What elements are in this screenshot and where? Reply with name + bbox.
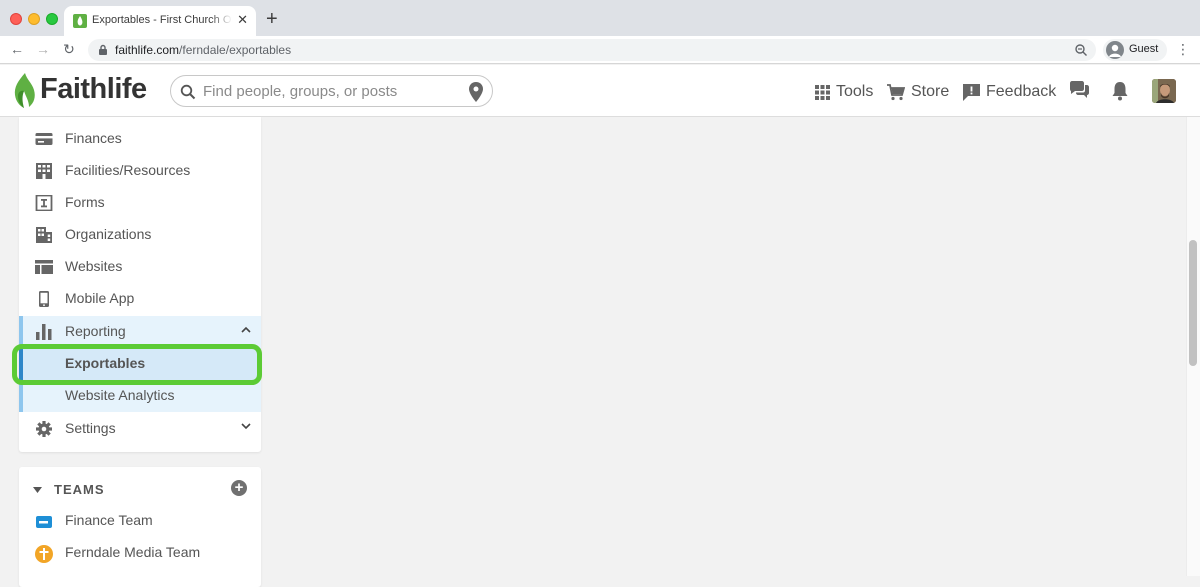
store-label: Store	[911, 83, 950, 100]
tab-title: Exportables - First Church Of Ferndale	[92, 14, 232, 26]
window-minimize-button[interactable]	[28, 13, 40, 25]
user-avatar[interactable]	[1152, 79, 1176, 103]
url-domain: faithlife.com	[115, 43, 180, 57]
search-icon	[180, 84, 196, 100]
credit-card-icon	[35, 133, 53, 145]
search-input[interactable]	[203, 81, 453, 101]
tools-menu[interactable]: Tools	[815, 81, 873, 103]
feedback-label: Feedback	[986, 83, 1057, 100]
sidebar-item-label: Exportables	[65, 355, 146, 371]
sidebar-item-label: Settings	[65, 420, 116, 436]
sidebar-item-label: Websites	[65, 258, 123, 274]
organization-icon	[36, 227, 52, 243]
window-close-button[interactable]	[10, 13, 22, 25]
bar-chart-icon	[36, 324, 52, 340]
grid-icon	[815, 84, 830, 100]
gear-icon	[36, 421, 52, 437]
profile-button[interactable]: Guest	[1103, 39, 1167, 61]
sidebar-menu: Finances Facilities/Resources Forms Orga…	[19, 117, 261, 452]
location-pin-icon[interactable]	[469, 82, 483, 102]
browser-tab[interactable]: Exportables - First Church Of Ferndale ✕	[64, 6, 256, 36]
sidebar-item-label: Mobile App	[65, 290, 135, 306]
address-bar[interactable]: faithlife.com/ferndale/exportables	[88, 39, 1096, 61]
sidebar-item-mobile-app[interactable]: Mobile App	[19, 283, 261, 315]
store-link[interactable]: Store	[887, 81, 949, 103]
media-team-icon	[35, 545, 53, 563]
sidebar-item-facilities[interactable]: Facilities/Resources	[19, 155, 261, 187]
zoom-icon[interactable]	[1074, 43, 1088, 57]
cart-icon	[887, 83, 905, 100]
lock-icon	[99, 44, 107, 55]
team-label: Ferndale Media Team	[65, 544, 201, 560]
sidebar-item-label: Finances	[65, 130, 122, 146]
faithlife-favicon-icon	[73, 14, 87, 28]
sidebar-item-organizations[interactable]: Organizations	[19, 219, 261, 251]
reload-button[interactable]: ↻	[60, 40, 78, 58]
teams-title: TEAMS	[54, 482, 105, 497]
team-label: Finance Team	[65, 512, 153, 528]
sidebar-item-finances[interactable]: Finances	[19, 123, 261, 155]
browser-menu-icon[interactable]: ⋮	[1176, 41, 1190, 57]
sidebar-item-label: Reporting	[65, 323, 126, 339]
caret-down-icon[interactable]	[33, 487, 42, 493]
tools-label: Tools	[836, 83, 874, 100]
chevron-up-icon[interactable]	[241, 326, 251, 333]
search-box[interactable]	[170, 75, 493, 107]
url-text: faithlife.com/ferndale/exportables	[115, 43, 291, 57]
faithlife-logo-icon[interactable]	[10, 71, 38, 111]
tab-close-icon[interactable]: ✕	[237, 13, 248, 27]
chevron-down-icon[interactable]	[241, 423, 251, 430]
sidebar-item-label: Organizations	[65, 226, 152, 242]
back-button[interactable]: ←	[8, 40, 26, 58]
guest-avatar-icon	[1106, 41, 1124, 59]
messages-icon[interactable]	[1069, 81, 1090, 100]
notifications-bell-icon[interactable]	[1111, 81, 1129, 101]
new-tab-button[interactable]: +	[266, 9, 278, 29]
team-item-finance-team[interactable]: Finance Team	[19, 506, 261, 536]
browser-toolbar: ← → ↻ faithlife.com/ferndale/exportables…	[0, 36, 1200, 64]
browser-tab-bar: Exportables - First Church Of Ferndale ✕…	[0, 0, 1200, 36]
form-icon	[35, 195, 53, 211]
logo-text[interactable]: Faithlife	[40, 73, 147, 106]
sidebar-item-exportables[interactable]: Exportables	[19, 348, 261, 380]
forward-button[interactable]: →	[34, 40, 52, 58]
mobile-icon	[39, 291, 49, 307]
feedback-link[interactable]: Feedback	[963, 81, 1056, 103]
sidebar-item-label: Forms	[65, 194, 105, 210]
sidebar-item-label: Website Analytics	[65, 387, 175, 403]
website-icon	[35, 260, 53, 274]
sidebar-item-forms[interactable]: Forms	[19, 187, 261, 219]
add-team-button[interactable]: +	[231, 480, 247, 496]
app-header: Faithlife Tools Store Feed	[0, 65, 1200, 117]
teams-panel: TEAMS + Finance Team Ferndale Media Team	[19, 467, 261, 587]
team-item-ferndale-media-team[interactable]: Ferndale Media Team	[19, 538, 261, 568]
page-scrollbar-thumb[interactable]	[1189, 240, 1197, 366]
window-maximize-button[interactable]	[46, 13, 58, 25]
feedback-icon	[963, 83, 980, 101]
sidebar-item-settings[interactable]: Settings	[19, 413, 261, 445]
sidebar-item-website-analytics[interactable]: Website Analytics	[19, 380, 261, 412]
sidebar-item-reporting[interactable]: Reporting	[19, 316, 261, 348]
building-icon	[36, 163, 52, 179]
sidebar-item-label: Facilities/Resources	[65, 162, 191, 178]
sidebar-item-websites[interactable]: Websites	[19, 251, 261, 283]
profile-label: Guest	[1129, 43, 1159, 55]
finance-team-icon	[36, 516, 52, 528]
url-path: /ferndale/exportables	[179, 43, 292, 57]
